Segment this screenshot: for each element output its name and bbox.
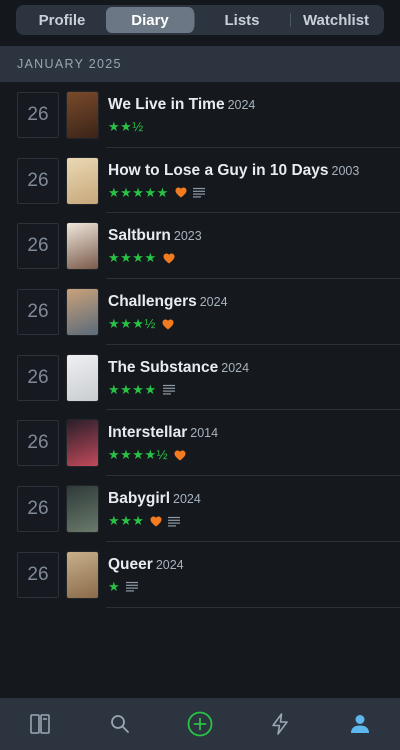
star-rating: ★★★½ xyxy=(108,316,156,332)
film-title: Challengers xyxy=(108,293,197,311)
tab-lists[interactable]: Lists xyxy=(194,7,290,33)
entry-day: 26 xyxy=(17,551,59,598)
heart-icon xyxy=(150,516,162,527)
entry-meta: ★★★★ xyxy=(108,250,175,266)
film-year: 2024 xyxy=(173,492,201,507)
entry-day: 26 xyxy=(17,157,59,204)
film-title-line: The Substance 2024 xyxy=(108,359,392,377)
review-lines-icon xyxy=(126,581,139,592)
film-poster[interactable] xyxy=(67,486,98,533)
diary-entry-row[interactable]: 26 How to Lose a Guy in 10 Days 2003 ★★★★★ xyxy=(0,148,400,214)
film-title-line: Queer 2024 xyxy=(108,556,392,574)
film-title-line: How to Lose a Guy in 10 Days 2003 xyxy=(108,162,392,180)
diary-entry-row[interactable]: 26 Challengers 2024 ★★★½ xyxy=(0,279,400,345)
star-rating: ★★★ xyxy=(108,513,145,529)
profile-tabs: Profile Diary Lists Watchlist xyxy=(16,5,384,35)
entry-meta: ★★★★★ xyxy=(108,185,205,201)
film-poster[interactable] xyxy=(67,157,98,204)
film-title: Saltburn xyxy=(108,227,171,245)
nav-diary-button[interactable] xyxy=(20,704,60,744)
review-lines-icon xyxy=(162,384,175,395)
nav-activity-button[interactable] xyxy=(260,704,300,744)
diary-entry-row[interactable]: 26 Interstellar 2014 ★★★★½ xyxy=(0,410,400,476)
film-title: The Substance xyxy=(108,358,219,376)
diary-list: 26 We Live in Time 2024 ★★½ 26 How to Lose a … xyxy=(0,82,400,608)
film-title: We Live in Time xyxy=(108,96,225,113)
entry-meta: ★★★½ xyxy=(108,316,174,332)
month-header: JANUARY 2025 xyxy=(0,46,400,82)
review-lines-icon xyxy=(168,516,181,527)
film-year: 2024 xyxy=(199,295,228,310)
tab-profile[interactable]: Profile xyxy=(18,7,106,33)
tab-watchlist[interactable]: Watchlist xyxy=(290,7,382,33)
entry-meta: ★ xyxy=(108,578,139,595)
top-bar: Profile Diary Lists Watchlist xyxy=(0,0,400,46)
heart-icon xyxy=(175,187,187,198)
star-rating: ★ xyxy=(108,578,121,594)
activity-icon xyxy=(272,713,288,735)
entry-day: 26 xyxy=(17,289,59,336)
film-year: 2024 xyxy=(221,360,250,375)
film-poster[interactable] xyxy=(67,551,98,598)
entry-day: 26 xyxy=(17,486,59,533)
star-rating: ★★★★½ xyxy=(108,447,168,463)
entry-meta: ★★★ xyxy=(108,513,181,529)
nav-profile-button[interactable] xyxy=(340,704,380,744)
entry-day: 26 xyxy=(17,223,59,270)
diary-entry-row[interactable]: 26 Queer 2024 ★ xyxy=(0,542,400,608)
nav-search-button[interactable] xyxy=(100,704,140,744)
heart-icon xyxy=(174,450,186,461)
diary-entry-row[interactable]: 26 Saltburn 2023 ★★★★ xyxy=(0,213,400,279)
film-poster[interactable] xyxy=(67,420,98,467)
film-title-line: Challengers 2024 xyxy=(108,293,392,311)
entry-day: 26 xyxy=(17,92,59,138)
entry-day: 26 xyxy=(17,420,59,467)
tab-diary[interactable]: Diary xyxy=(106,7,194,33)
film-title-line: Saltburn 2023 xyxy=(108,227,392,245)
film-poster[interactable] xyxy=(67,92,98,138)
film-poster[interactable] xyxy=(67,354,98,401)
diary-entry-row[interactable]: 26 We Live in Time 2024 ★★½ xyxy=(0,82,400,148)
diary-entry-row[interactable]: 26 Babygirl 2024 ★★★ xyxy=(0,476,400,542)
star-rating: ★★★★ xyxy=(108,250,157,266)
film-year: 2024 xyxy=(227,98,256,112)
film-title-line: Babygirl 2024 xyxy=(108,490,392,508)
film-year: 2024 xyxy=(155,557,184,572)
nav-add-button[interactable] xyxy=(180,704,220,744)
film-year: 2014 xyxy=(190,426,219,441)
film-title: How to Lose a Guy in 10 Days xyxy=(108,161,329,179)
star-rating: ★★★★★ xyxy=(108,184,169,200)
film-poster[interactable] xyxy=(67,223,98,270)
film-title-line: We Live in Time 2024 xyxy=(108,96,392,114)
film-title-line: Interstellar 2014 xyxy=(108,424,392,442)
profile-icon xyxy=(351,715,369,733)
film-title: Queer xyxy=(108,555,153,573)
entry-meta: ★★½ xyxy=(108,119,144,135)
heart-icon xyxy=(163,253,175,264)
entry-meta: ★★★★ xyxy=(108,382,175,398)
film-year: 2003 xyxy=(331,163,360,178)
film-title: Babygirl xyxy=(108,490,171,508)
star-rating: ★★★★ xyxy=(108,381,157,397)
film-poster[interactable] xyxy=(67,289,98,336)
search-icon xyxy=(111,715,129,733)
bottom-nav xyxy=(0,698,400,750)
review-lines-icon xyxy=(192,187,205,198)
entry-day: 26 xyxy=(17,354,59,401)
heart-icon xyxy=(162,319,174,330)
film-title: Interstellar xyxy=(108,424,188,442)
star-rating: ★★½ xyxy=(108,119,144,134)
diary-entry-row[interactable]: 26 The Substance 2024 ★★★★ xyxy=(0,345,400,411)
diary-icon xyxy=(30,714,50,734)
entry-meta: ★★★★½ xyxy=(108,447,186,463)
film-year: 2023 xyxy=(173,229,202,244)
add-icon xyxy=(187,711,213,737)
